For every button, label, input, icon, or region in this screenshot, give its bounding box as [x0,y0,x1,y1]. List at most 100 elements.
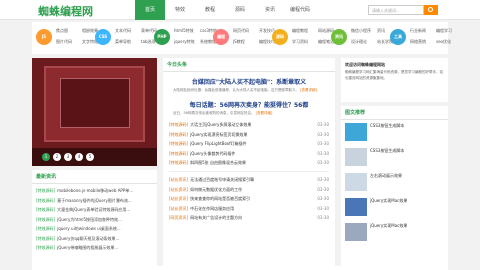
headline-top1[interactable]: 台媒回应"大陆人买不起电脑"：系断章取义 [163,77,335,86]
list-item[interactable]: [特效源码] jQuery仿qq聊天框及滚动条效果... [36,234,153,244]
item-tag[interactable]: [网页资讯] [169,213,188,223]
category-link[interactable]: 设计理论 [351,39,377,45]
slider-dot[interactable]: 4 [75,153,83,161]
recommend-text[interactable]: 左右滚动展示效果 [370,173,402,191]
item-text[interactable]: 基于masonry插件的jQuery图片瀑布流... [57,198,132,203]
nav-home[interactable]: 首页 [135,0,165,20]
recommend-thumbnail[interactable] [345,123,367,141]
site-logo[interactable]: 蜘蛛编程网 [38,3,93,19]
list-item[interactable]: [特效源码] jQuery头像裁剪代码插件 03-30 [169,149,329,159]
category-icon[interactable]: PHP [154,29,170,45]
item-tag[interactable]: [特效源码] [36,207,55,212]
category-icon[interactable]: 编程 [213,29,229,45]
slide-image[interactable] [44,66,145,142]
recommend-item[interactable]: jQuery实现Mac效果 [341,220,448,245]
list-item[interactable]: [站长资讯] 中石化在作网店服务应用 03-30 [169,204,329,214]
item-text[interactable]: 中石化在作网店服务应用 [190,204,311,214]
item-text[interactable]: 大量金典jQuery表单验证特效源码应用... [57,207,130,212]
recommend-item[interactable]: CSS3按钮生成脚本 [341,145,448,170]
recommend-thumbnail[interactable] [345,223,367,241]
item-text[interactable]: jQuery仿qq聊天框及滚动条效果... [57,236,119,241]
category-link[interactable]: 微信小程序 [351,28,377,34]
read-more-link[interactable]: [查看详细] [256,111,273,115]
list-item[interactable]: [特效源码] jQuery为html5按钮添加各种特效... [36,215,153,225]
category-icon[interactable]: 源码 [272,29,288,45]
nav-news[interactable]: 资讯 [255,0,285,20]
image-slider[interactable]: 1 2 3 4 5 [32,58,157,166]
list-item[interactable]: [特效源码] 大量金典jQuery表单验证特效源码应用... [36,205,153,215]
item-text[interactable]: 快来查查你的网站是否被百度索引 [190,194,311,204]
item-tag[interactable]: [特效源码] [36,217,55,222]
list-item[interactable]: [站长资讯] 快来查查你的网站是否被百度索引 03-30 [169,194,329,204]
item-tag[interactable]: [特效源码] [169,149,188,159]
category-link[interactable]: jquery特效 [174,39,200,45]
item-tag[interactable]: [特效源码] [169,158,188,168]
item-text[interactable]: mobilebone.js-mobile移动web APP单... [57,188,133,193]
list-item[interactable]: [站长资讯] 如何做元数据优化方面的工作 03-30 [169,185,329,195]
category-link[interactable]: seo优化 [436,39,462,45]
list-item[interactable]: [特效源码] mobilebone.js-mobile移动web APP单... [36,186,153,196]
item-text[interactable]: 无法通过百度账号申请关闭搜索引擎 [190,175,311,185]
category-icon[interactable]: 工具 [390,29,406,45]
item-tag[interactable]: [站长资讯] [169,194,188,204]
category-link[interactable]: 图片代码 [56,39,82,45]
list-item[interactable]: [特效源码] jQuery FlipLightBoxf灯箱插件 03-30 [169,139,329,149]
search-input[interactable]: 请输入关键词... [368,5,424,15]
item-tag[interactable]: [特效源码] [169,120,188,130]
category-link[interactable]: 行业新闻 [410,28,436,34]
list-item[interactable]: [站长资讯] 无法通过百度账号申请关闭搜索引擎 03-30 [169,175,329,185]
nav-tutorials[interactable]: 教程 [195,0,225,20]
recommend-thumbnail[interactable] [345,173,367,191]
category-link[interactable]: 编程学习 [436,28,462,34]
item-text[interactable]: 如何做元数据优化方面的工作 [190,185,311,195]
recommend-text[interactable]: jQuery实现Mac效果 [370,198,407,216]
item-text[interactable]: 网站有关广告设计的主题方向 [190,213,311,223]
slider-dot[interactable]: 2 [53,153,61,161]
item-text[interactable]: 大话主页jQuery多屏滚动立体效果 [190,120,311,130]
category-link[interactable]: JS教程 [233,39,259,45]
slider-dot[interactable]: 5 [86,153,94,161]
slider-dot[interactable]: 3 [64,153,72,161]
category-link[interactable]: 菜单导航 [115,39,141,45]
item-tag[interactable]: [特效源码] [36,236,55,241]
item-tag[interactable]: [特效源码] [36,226,55,231]
list-item[interactable]: [特效源码] 基于masonry插件的jQuery图片瀑布流... [36,196,153,206]
category-icon[interactable]: 资讯 [331,29,347,45]
recommend-item[interactable]: jQuery实现Mac效果 [341,195,448,220]
item-text[interactable]: jQuery为html5按钮添加各种特效... [57,217,122,222]
nav-code[interactable]: 编程代码 [285,0,315,20]
list-item[interactable]: [特效源码] jQuery实现漂亮标签页切换效果 03-30 [169,130,329,140]
item-text[interactable]: 斜四图5张 自由图像混合云效果 [190,158,311,168]
recommend-item[interactable]: CSS3按钮生成脚本 [341,120,448,145]
recommend-text[interactable]: jQuery实现Mac效果 [370,223,407,241]
recommend-item[interactable]: 左右滚动展示效果 [341,170,448,195]
recommend-text[interactable]: CSS3按钮生成脚本 [370,148,404,166]
item-text[interactable]: jQuery带缩略图的相册展示效果... [57,245,118,250]
category-link[interactable]: 焦点图 [56,28,82,34]
category-link[interactable]: 网络营销 [410,39,436,45]
list-item[interactable]: [特效源码] 斜四图5张 自由图像混合云效果 03-30 [169,158,329,168]
category-link[interactable]: html5特效 [174,28,200,34]
category-link[interactable]: 编程教程 [292,28,318,34]
search-button[interactable] [424,5,438,15]
item-text[interactable]: jquery ui的windows ui桌面系统... [57,226,121,231]
item-tag[interactable]: [站长资讯] [169,204,188,214]
nav-effects[interactable]: 特效 [165,0,195,20]
category-link[interactable]: 网页代码 [233,28,259,34]
list-item[interactable]: [特效源码] jQuery带缩略图的相册展示效果... [36,243,153,253]
nav-source[interactable]: 源码 [225,0,255,20]
headline-top2[interactable]: 每日话题：56网再次卖身？能挺得住？56都 [163,100,335,109]
recommend-thumbnail[interactable] [345,198,367,216]
list-item[interactable]: [特效源码] jquery ui的windows ui桌面系统... [36,224,153,234]
item-tag[interactable]: [特效源码] [36,198,55,203]
item-tag[interactable]: [站长资讯] [169,185,188,195]
item-tag[interactable]: [特效源码] [36,188,55,193]
category-link[interactable]: 学习资料 [292,39,318,45]
item-text[interactable]: jQuery实现漂亮标签页切换效果 [190,130,311,140]
recommend-text[interactable]: CSS3按钮生成脚本 [370,123,404,141]
category-icon[interactable]: JS [36,29,52,45]
read-more-link[interactable]: [查看详细] [300,88,317,92]
list-item[interactable]: [网页资讯] 网站有关广告设计的主题方向 03-30 [169,213,329,223]
item-tag[interactable]: [特效源码] [169,130,188,140]
category-icon[interactable]: CSS [95,29,111,45]
